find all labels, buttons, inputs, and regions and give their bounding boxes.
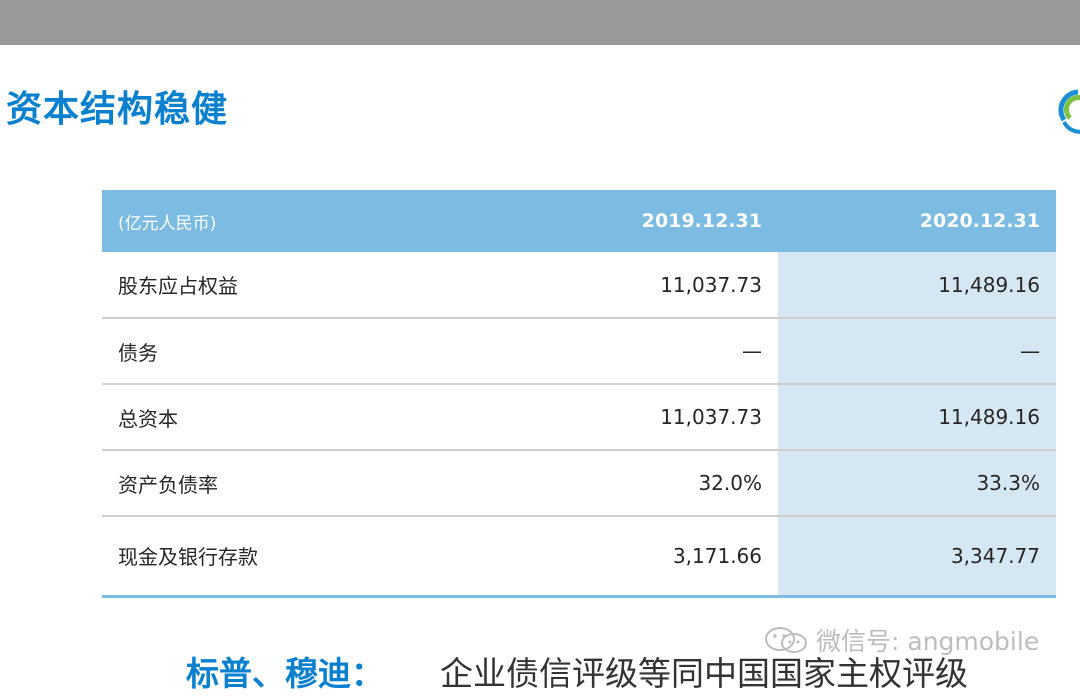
top-bar	[0, 0, 1080, 45]
col-header-2020: 2020.12.31	[919, 210, 1040, 232]
value-2019: —	[742, 339, 762, 363]
table-row: 总资本 11,037.73 11,489.16	[102, 384, 1056, 450]
table-row: 债务 — —	[102, 318, 1056, 384]
row-label: 股东应占权益	[118, 274, 238, 298]
col-header-2019: 2019.12.31	[641, 210, 762, 232]
unit-header: (亿元人民币)	[118, 213, 217, 234]
row-label: 总资本	[118, 406, 178, 431]
value-2019: 11,037.73	[660, 272, 762, 297]
row-label: 资产负债率	[118, 472, 218, 497]
value-2020: 3,347.77	[778, 516, 1056, 596]
table-header-row: (亿元人民币) 2019.12.31 2020.12.31	[102, 190, 1056, 252]
value-2020: 11,489.16	[778, 384, 1056, 450]
value-2020: 11,489.16	[778, 252, 1056, 318]
slide-title: 资本结构稳健	[6, 89, 229, 130]
value-2020: 33.3%	[778, 450, 1056, 516]
row-label: 现金及银行存款	[118, 545, 258, 570]
rating-statement: 标普、穆迪： 企业债信评级等同中国国家主权评级	[186, 652, 968, 696]
value-2019: 11,037.73	[660, 405, 762, 429]
capital-structure-table: (亿元人民币) 2019.12.31 2020.12.31 股东应占权益 11,…	[102, 190, 1056, 598]
table-row: 现金及银行存款 3,171.66 3,347.77	[102, 516, 1056, 596]
rating-text: 企业债信评级等同中国国家主权评级	[440, 654, 968, 693]
wechat-icon	[765, 627, 807, 653]
row-label: 债务	[118, 340, 158, 365]
value-2019: 32.0%	[698, 471, 762, 495]
value-2019: 3,171.66	[672, 543, 762, 568]
table-row: 股东应占权益 11,037.73 11,489.16	[102, 252, 1056, 318]
china-mobile-logo-icon	[1058, 89, 1080, 134]
value-2020: —	[778, 318, 1056, 384]
rating-agencies: 标普、穆迪：	[186, 654, 384, 693]
table-row: 资产负债率 32.0% 33.3%	[102, 450, 1056, 516]
